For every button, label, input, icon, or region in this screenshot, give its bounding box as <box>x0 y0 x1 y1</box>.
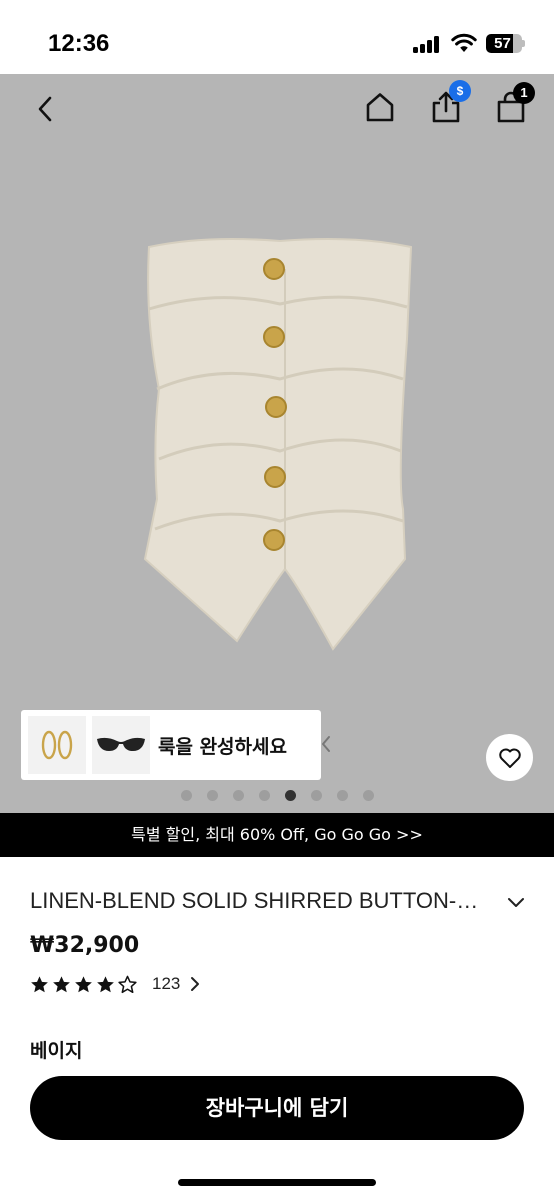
wishlist-button[interactable] <box>486 734 533 781</box>
star-empty-icon <box>118 975 137 993</box>
chevron-left-icon <box>38 96 52 122</box>
status-time: 12:36 <box>48 30 110 57</box>
add-to-cart-button[interactable]: 장바구니에 담기 <box>30 1076 524 1140</box>
selected-color-label: 베이지 <box>30 1040 83 1062</box>
rewards-badge: $ <box>449 80 471 102</box>
wifi-icon <box>451 33 477 52</box>
product-photo <box>143 238 413 651</box>
sunglasses-icon <box>97 737 145 751</box>
carousel-dot[interactable] <box>233 790 244 801</box>
carousel-dot[interactable] <box>181 790 192 801</box>
chevron-left-icon <box>322 736 330 752</box>
earrings-icon <box>41 730 73 760</box>
chevron-right-icon <box>191 977 200 991</box>
product-title: LINEN-BLEND SOLID SHIRRED BUTTON-FRONT T… <box>30 888 490 913</box>
carousel-dot-active[interactable] <box>285 790 296 801</box>
product-image-carousel[interactable]: $ 1 룩을 완성하세요 <box>0 74 554 813</box>
carousel-dot[interactable] <box>259 790 270 801</box>
complete-look-label: 룩을 완성하세요 <box>158 736 287 758</box>
star-filled-icon <box>53 975 70 992</box>
complete-look-card[interactable]: 룩을 완성하세요 <box>21 710 330 780</box>
review-count: 123 <box>152 974 181 993</box>
rating-row[interactable]: 123 <box>30 972 200 996</box>
home-indicator <box>178 1179 376 1186</box>
look-item-earrings[interactable] <box>28 716 86 774</box>
expand-title-button[interactable] <box>503 890 529 914</box>
star-filled-icon <box>75 975 92 992</box>
back-button[interactable] <box>26 89 66 129</box>
star-filled-icon <box>97 975 114 992</box>
cart-count-badge: 1 <box>513 82 535 104</box>
cellular-signal-icon <box>413 36 439 53</box>
heart-icon <box>498 748 521 768</box>
status-bar: 12:36 57 <box>0 0 554 74</box>
home-button[interactable] <box>360 87 400 127</box>
battery-level: 57 <box>494 35 511 52</box>
carousel-dot[interactable] <box>311 790 322 801</box>
carousel-dot[interactable] <box>207 790 218 801</box>
carousel-indicator <box>0 790 554 802</box>
carousel-dot[interactable] <box>363 790 374 801</box>
carousel-dot[interactable] <box>337 790 348 801</box>
chevron-down-icon <box>508 898 524 907</box>
promo-banner[interactable]: 특별 할인, 최대 60% Off, Go Go Go >> <box>0 813 554 857</box>
look-item-sunglasses[interactable] <box>92 716 150 774</box>
star-filled-icon <box>31 975 48 992</box>
home-icon <box>366 93 394 122</box>
product-price: ₩32,900 <box>30 933 140 958</box>
battery-icon: 57 <box>486 34 525 53</box>
star-rating <box>30 975 140 994</box>
